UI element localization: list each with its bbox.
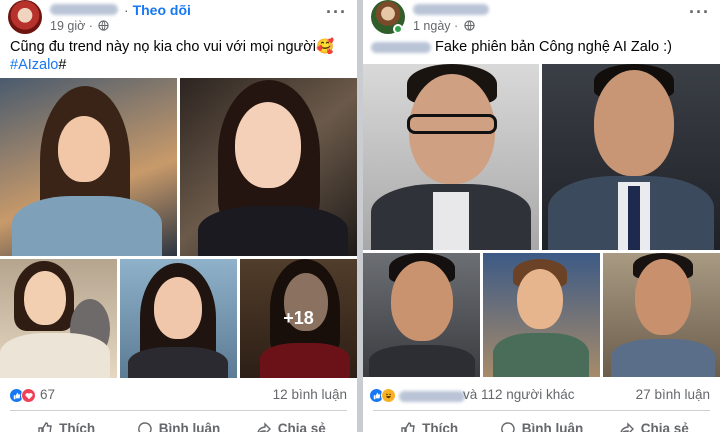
reactor-name-blurred[interactable]	[399, 391, 465, 402]
photo-grid	[363, 64, 720, 377]
post-time[interactable]: 1 ngày	[413, 19, 451, 33]
post-actions: Thích Bình luận Chia sẻ	[373, 410, 710, 432]
like-button[interactable]: Thích	[373, 411, 485, 432]
avatar[interactable]	[8, 0, 42, 34]
post-meta: 1 ngày ·	[413, 19, 475, 33]
photo-tile[interactable]	[180, 78, 357, 256]
share-label: Chia sẻ	[640, 421, 689, 432]
comment-label: Bình luận	[521, 421, 584, 432]
photo-tile[interactable]	[0, 259, 117, 378]
caption-text: Fake phiên bản Công nghệ AI Zalo :)	[435, 39, 672, 55]
more-photos-overlay[interactable]: +18	[240, 259, 357, 378]
haha-icon[interactable]	[381, 388, 396, 403]
share-button[interactable]: Chia sẻ	[598, 411, 710, 432]
comment-label: Bình luận	[158, 421, 221, 432]
online-status-dot	[393, 24, 403, 34]
globe-icon	[463, 20, 475, 31]
comment-icon	[500, 421, 515, 432]
reaction-text[interactable]: và 112 người khác	[463, 387, 574, 402]
comment-icon	[137, 421, 152, 432]
love-icon[interactable]	[21, 388, 36, 403]
screenshot-stage: · Theo dõi 19 giờ · ··· Cũng đu trend nà…	[0, 0, 720, 432]
photo-tile[interactable]: +18	[240, 259, 357, 378]
photo-tile[interactable]	[120, 259, 237, 378]
photo-tile[interactable]	[542, 64, 720, 250]
comment-button[interactable]: Bình luận	[485, 411, 597, 432]
photo-tile[interactable]	[363, 64, 539, 250]
post-left: · Theo dõi 19 giờ · ··· Cũng đu trend nà…	[0, 0, 357, 432]
more-icon[interactable]: ···	[689, 2, 710, 23]
comment-count[interactable]: 12 bình luận	[273, 387, 347, 402]
post-actions: Thích Bình luận Chia sẻ	[10, 410, 347, 432]
reaction-count[interactable]: 67	[40, 387, 55, 402]
thumb-icon	[401, 421, 415, 432]
hashtag-suffix: #	[58, 57, 67, 73]
more-photos-count[interactable]: +18	[283, 308, 314, 329]
author-name-blurred[interactable]	[413, 4, 489, 15]
post-caption: Cũng đu trend này nọ kia cho vui với mọi…	[10, 38, 334, 74]
post-right: 1 ngày · ··· Fake phiên bản Công nghệ AI…	[363, 0, 720, 432]
follow-label[interactable]: Theo dõi	[133, 2, 191, 18]
photo-tile[interactable]	[363, 253, 480, 377]
post-meta: 19 giờ ·	[50, 19, 110, 33]
author-name-blurred[interactable]	[50, 4, 118, 15]
comment-count[interactable]: 27 bình luận	[636, 387, 710, 402]
globe-icon	[98, 20, 110, 31]
thumb-icon	[38, 421, 52, 432]
comment-button[interactable]: Bình luận	[122, 411, 234, 432]
photo-tile[interactable]	[603, 253, 720, 377]
post-header: · Theo dõi 19 giờ · ···	[0, 0, 357, 36]
follow-link[interactable]: · Theo dõi	[124, 2, 191, 18]
hashtag-link[interactable]: #AIzalo	[10, 57, 58, 73]
share-icon	[619, 421, 634, 432]
reaction-stats: 67 12 bình luận	[0, 383, 357, 407]
caption-text: Cũng đu trend này nọ kia cho vui với mọi…	[10, 39, 335, 55]
tagged-name-blurred[interactable]	[371, 42, 431, 53]
photo-tile[interactable]	[0, 78, 177, 256]
photo-tile[interactable]	[483, 253, 600, 377]
reaction-stats: và 112 người khác 27 bình luận	[363, 383, 720, 407]
like-button[interactable]: Thích	[10, 411, 122, 432]
post-header: 1 ngày · ···	[363, 0, 720, 36]
like-label: Thích	[59, 421, 96, 432]
share-icon	[256, 421, 271, 432]
photo-grid: +18	[0, 78, 357, 378]
more-icon[interactable]: ···	[326, 2, 347, 23]
like-label: Thích	[422, 421, 459, 432]
post-time[interactable]: 19 giờ	[50, 19, 85, 33]
share-button[interactable]: Chia sẻ	[235, 411, 347, 432]
post-caption: Fake phiên bản Công nghệ AI Zalo :)	[435, 38, 672, 56]
share-label: Chia sẻ	[277, 421, 326, 432]
